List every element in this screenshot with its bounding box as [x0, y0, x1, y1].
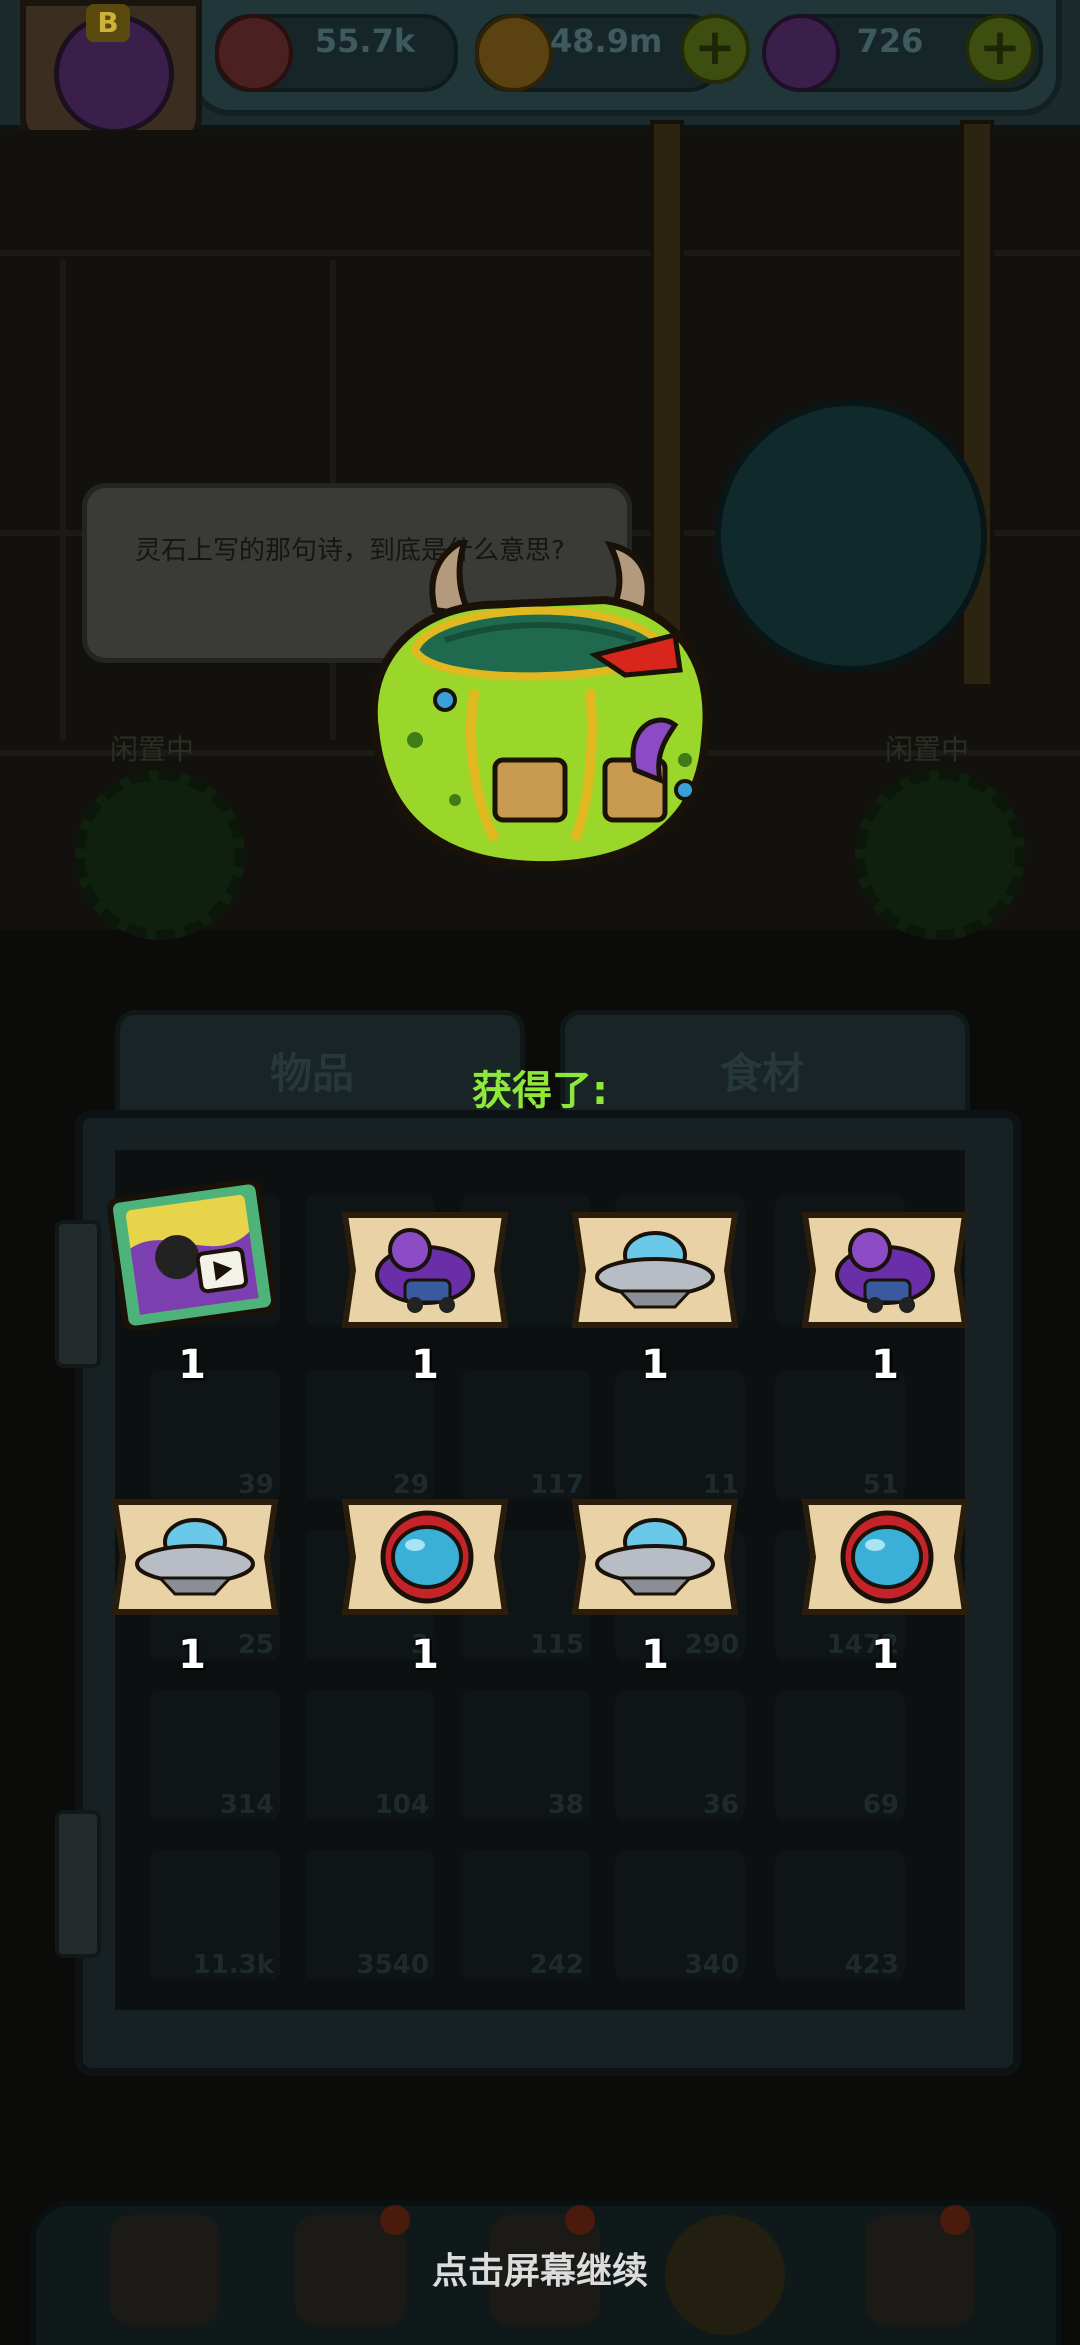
ufo-ticket-icon: [111, 1499, 279, 1615]
reward-quantity: 1: [411, 1632, 439, 1678]
backpack-icon: [369, 540, 711, 870]
reward-quantity: 1: [871, 1342, 899, 1388]
ufo-ticket-icon: [571, 1499, 739, 1615]
reward-overlay[interactable]: 获得了: 1 1 1 1 1 1 1 1 点击屏幕继续: [0, 0, 1080, 2339]
tentacle-egg-ticket-icon: [801, 1499, 969, 1615]
purple-octopus-car-ticket-icon: [801, 1212, 969, 1328]
purple-octopus-car-ticket-icon: [341, 1212, 509, 1328]
reward-quantity: 1: [871, 1632, 899, 1678]
reward-title: 获得了:: [472, 1068, 608, 1114]
reward-quantity: 1: [411, 1342, 439, 1388]
reward-quantity: 1: [178, 1342, 206, 1388]
tentacle-egg-ticket-icon: [341, 1499, 509, 1615]
map-card-icon: [106, 1180, 278, 1330]
reward-quantity: 1: [641, 1342, 669, 1388]
reward-quantity: 1: [641, 1632, 669, 1678]
tap-to-continue-hint: 点击屏幕继续: [431, 2251, 648, 2292]
ufo-ticket-icon: [571, 1212, 739, 1328]
reward-quantity: 1: [178, 1632, 206, 1678]
